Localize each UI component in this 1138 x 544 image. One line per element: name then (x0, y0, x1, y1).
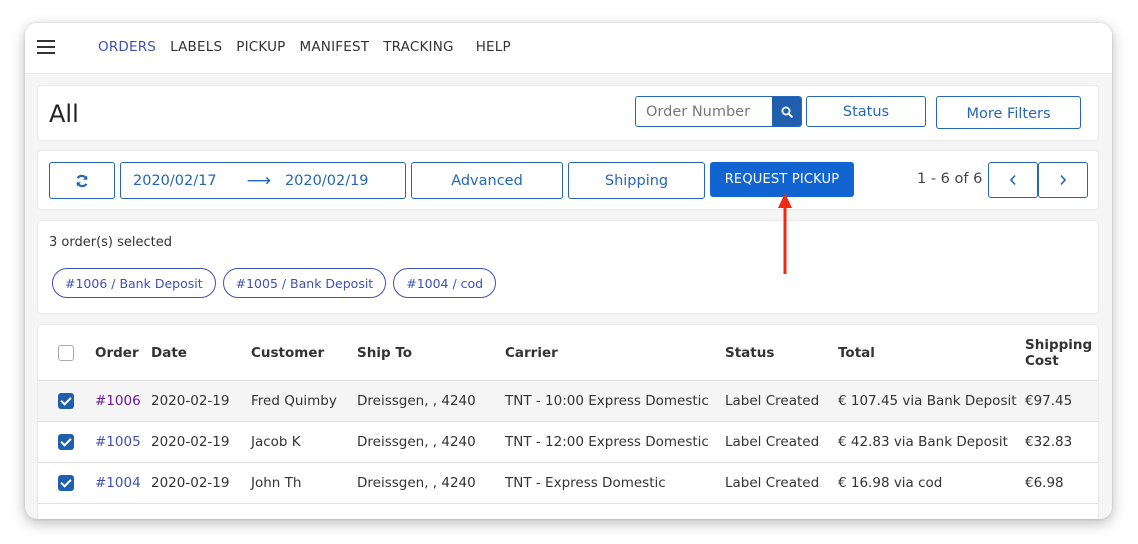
select-all-checkbox[interactable] (58, 344, 74, 361)
shipping-cost: €6.98 (1025, 462, 1098, 504)
previous-page-button[interactable] (988, 162, 1038, 198)
order-date: 2020-02-19 (151, 421, 251, 463)
next-page-button[interactable] (1038, 162, 1088, 198)
shipping-cost-header-line2: Cost (1025, 352, 1059, 369)
nav-orders[interactable]: ORDERS (98, 39, 156, 55)
nav-tracking[interactable]: TRACKING (383, 39, 454, 55)
nav-labels[interactable]: LABELS (170, 39, 222, 55)
customer-name: Fred Quimby (251, 380, 357, 422)
date-from: 2020/02/17 (133, 172, 217, 189)
main-nav: ORDERS LABELS PICKUP MANIFEST TRACKING H… (98, 39, 525, 55)
ship-to: Dreissgen, , 4240 (357, 380, 505, 422)
search-button[interactable] (772, 97, 801, 126)
order-link[interactable]: #1004 (95, 475, 141, 491)
app-window: ORDERS LABELS PICKUP MANIFEST TRACKING H… (25, 23, 1112, 519)
column-header-total[interactable]: Total (838, 325, 1025, 381)
refresh-icon (76, 174, 88, 187)
request-pickup-button[interactable]: REQUEST PICKUP (710, 162, 854, 197)
toolbar-card: 2020/02/17 ⟶ 2020/02/19 Advanced Shippin… (38, 151, 1098, 209)
date-range-arrow-icon: ⟶ (246, 170, 271, 191)
header-card: All Status More Filters (38, 86, 1098, 140)
column-header-shipping-cost[interactable]: Shipping Cost (1025, 325, 1098, 381)
nav-help[interactable]: HELP (476, 39, 511, 55)
shipping-cost-header-line1: Shipping (1025, 336, 1093, 353)
carrier: TNT - 12:00 Express Domestic (505, 421, 725, 463)
chevron-left-icon (1009, 174, 1016, 186)
shipping-cost: €97.45 (1025, 380, 1098, 422)
selected-order-chip[interactable]: #1005 / Bank Deposit (222, 268, 387, 298)
nav-pickup[interactable]: PICKUP (236, 39, 285, 55)
column-header-order[interactable]: Order (95, 325, 151, 381)
customer-name: Jacob K (251, 421, 357, 463)
selection-card: 3 order(s) selected #1006 / Bank Deposit… (38, 221, 1098, 313)
column-header-customer[interactable]: Customer (251, 325, 357, 381)
column-header-status[interactable]: Status (725, 325, 838, 381)
carrier: TNT - Express Domestic (505, 462, 725, 504)
selection-summary: 3 order(s) selected (49, 235, 172, 250)
order-link[interactable]: #1006 (95, 393, 141, 409)
orders-table: Order Date Customer Ship To Carrier Stat… (38, 325, 1098, 519)
pagination-summary: 1 - 6 of 6 (917, 171, 983, 187)
search-icon (781, 106, 793, 118)
annotation-arrow-icon (778, 193, 792, 274)
order-total: € 16.98 via cod (838, 462, 1025, 504)
selected-order-chips: #1006 / Bank Deposit #1005 / Bank Deposi… (52, 268, 503, 298)
table-row[interactable]: #1004 2020-02-19 John Th Dreissgen, , 42… (38, 462, 1098, 504)
table-row[interactable]: #1006 2020-02-19 Fred Quimby Dreissgen, … (38, 380, 1098, 422)
order-date: 2020-02-19 (151, 462, 251, 504)
hamburger-menu-icon[interactable] (37, 40, 55, 54)
advanced-button[interactable]: Advanced (411, 162, 563, 199)
row-checkbox[interactable] (58, 475, 74, 491)
chevron-right-icon (1060, 174, 1067, 186)
date-to: 2020/02/19 (284, 172, 369, 189)
order-total: € 107.45 via Bank Deposit (838, 380, 1025, 422)
table-row[interactable]: #1005 2020-02-19 Jacob K Dreissgen, , 42… (38, 421, 1098, 463)
refresh-button[interactable] (49, 162, 115, 199)
order-number-input[interactable] (636, 97, 770, 126)
column-header-date[interactable]: Date (151, 325, 251, 381)
date-range-picker[interactable]: 2020/02/17 ⟶ 2020/02/19 (120, 162, 406, 199)
more-filters-button[interactable]: More Filters (936, 96, 1081, 129)
carrier: TNT - 10:00 Express Domestic (505, 380, 725, 422)
top-nav-bar: ORDERS LABELS PICKUP MANIFEST TRACKING H… (25, 23, 1112, 74)
selected-order-chip[interactable]: #1004 / cod (393, 268, 497, 298)
page-title: All (49, 100, 79, 128)
ship-to: Dreissgen, , 4240 (357, 462, 505, 504)
orders-table-card: Order Date Customer Ship To Carrier Stat… (38, 325, 1098, 519)
order-date: 2020-02-19 (151, 380, 251, 422)
column-header-ship-to[interactable]: Ship To (357, 325, 505, 381)
order-status: Label Created (725, 462, 838, 504)
table-header-row: Order Date Customer Ship To Carrier Stat… (38, 325, 1098, 381)
order-status: Label Created (725, 380, 838, 422)
row-checkbox[interactable] (58, 393, 74, 409)
order-total: € 42.83 via Bank Deposit (838, 421, 1025, 463)
shipping-button[interactable]: Shipping (568, 162, 705, 199)
nav-manifest[interactable]: MANIFEST (300, 39, 370, 55)
shipping-cost: €32.83 (1025, 421, 1098, 463)
order-link[interactable]: #1005 (95, 434, 141, 450)
selected-order-chip[interactable]: #1006 / Bank Deposit (52, 268, 216, 298)
row-checkbox[interactable] (58, 434, 74, 450)
ship-to: Dreissgen, , 4240 (357, 421, 505, 463)
order-search (635, 96, 802, 127)
order-status: Label Created (725, 421, 838, 463)
table-row-partial (38, 503, 1098, 519)
column-header-carrier[interactable]: Carrier (505, 325, 725, 381)
customer-name: John Th (251, 462, 357, 504)
status-filter-button[interactable]: Status (806, 96, 926, 127)
